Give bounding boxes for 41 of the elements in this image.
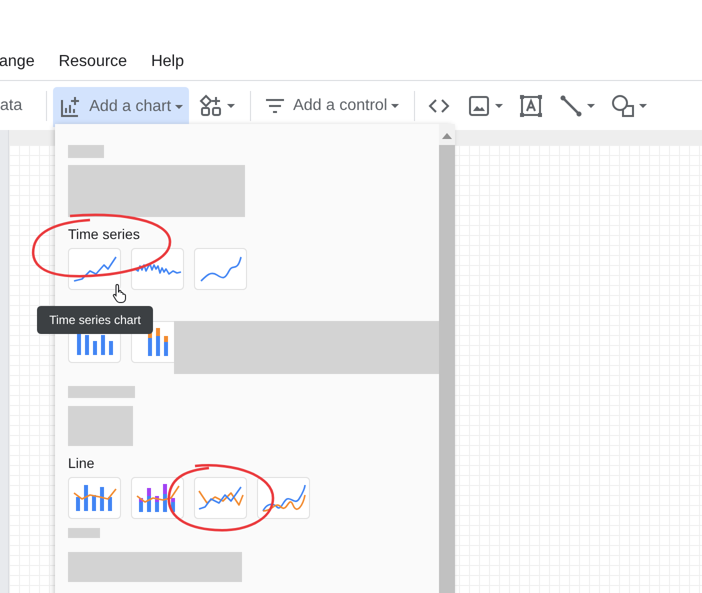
- menu-item[interactable]: ange: [0, 50, 35, 74]
- caret-icon: [495, 104, 504, 108]
- caret-icon: [227, 104, 236, 108]
- add-chart-button[interactable]: Add a chart: [53, 86, 190, 126]
- section-title: Time series: [68, 226, 141, 242]
- tooltip: Time series chart: [37, 306, 153, 334]
- toolbar-label[interactable]: ata: [0, 96, 22, 114]
- menu-item[interactable]: Help: [151, 50, 184, 74]
- stacked-bar-chart-icon: [146, 327, 168, 357]
- image-icon: [467, 94, 492, 118]
- chart-type-tile[interactable]: [68, 477, 121, 519]
- caret-icon: [587, 104, 596, 108]
- chart-type-tile[interactable]: [68, 248, 121, 290]
- line-icon: [559, 94, 584, 118]
- redacted-block: [68, 386, 135, 398]
- stacked-combo-chart-icon: [136, 483, 180, 513]
- sparkline-chart-icon: [134, 263, 182, 275]
- caret-icon: [175, 104, 184, 108]
- smoothed-line-chart-icon: [262, 484, 306, 512]
- redacted-block: [68, 406, 133, 446]
- smoothed-time-series-icon: [200, 256, 242, 282]
- scroll-up-icon[interactable]: [442, 133, 452, 139]
- chart-type-tile[interactable]: [131, 248, 184, 290]
- combo-chart-icon: [72, 484, 116, 512]
- menu-item[interactable]: Resource: [58, 50, 128, 74]
- add-control-button[interactable]: Add a control: [257, 86, 406, 124]
- text-box-icon: [519, 94, 544, 118]
- time-series-chart-icon: [72, 256, 116, 282]
- hand-pointer-icon: [112, 283, 128, 303]
- caret-icon: [639, 104, 648, 108]
- chart-type-tile[interactable]: [131, 477, 184, 519]
- line-chart-icon: [198, 486, 244, 510]
- redacted-block: [68, 528, 100, 538]
- shapes-icon: [611, 94, 636, 118]
- components-icon: [199, 94, 224, 118]
- redacted-block: [68, 145, 104, 158]
- chart-type-tile[interactable]: [194, 248, 247, 290]
- caret-icon: [391, 104, 400, 108]
- chart-type-tile[interactable]: [194, 477, 247, 519]
- section-title: Line: [68, 455, 96, 471]
- chart-type-tile[interactable]: [257, 477, 310, 519]
